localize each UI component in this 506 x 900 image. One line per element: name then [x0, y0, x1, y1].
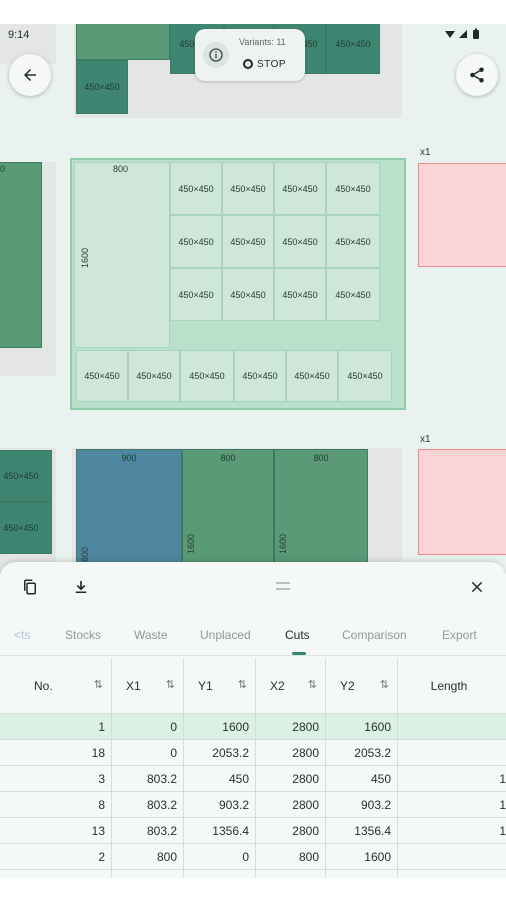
- part-block: 450×450: [170, 162, 222, 215]
- column-header-x2[interactable]: X2 ⇅: [256, 658, 326, 713]
- dimension-label: 1600: [186, 533, 196, 554]
- cuts-table: No. ⇅ X1 ⇅ Y1 ⇅ X2 ⇅ Y2 ⇅ Length 1 0 160…: [0, 658, 506, 878]
- sort-icon: ⇅: [165, 679, 175, 691]
- bottom-sheet: <ts Stocks Waste Unplaced Cuts Compariso…: [0, 562, 506, 878]
- drag-handle[interactable]: [276, 582, 290, 590]
- part-block: 450×450: [338, 350, 392, 402]
- column-header-y2[interactable]: Y2 ⇅: [326, 658, 398, 713]
- dimension-label: 1600: [278, 533, 288, 554]
- status-time: 9:14: [8, 29, 30, 41]
- quantity-label: x1: [420, 147, 431, 158]
- tab-export[interactable]: Export: [442, 628, 477, 642]
- table-row[interactable]: 8 803.2 903.2 2800 903.2 1: [0, 792, 506, 818]
- part-block: [0, 162, 42, 348]
- close-icon: [471, 581, 483, 593]
- app-screen: { "status": { "time": "9:14", "icons": "…: [0, 0, 506, 900]
- part-block: 450×450: [170, 215, 222, 268]
- tab-cuts[interactable]: Cuts: [285, 628, 310, 642]
- part-block: 450×450: [274, 162, 326, 215]
- dimension-label: 0: [0, 164, 6, 174]
- part-block: 450×450: [222, 268, 274, 321]
- part-block: 450×450: [128, 350, 180, 402]
- table-row[interactable]: 1 0 1600 2800 1600: [0, 714, 506, 740]
- download-icon: [75, 581, 87, 593]
- part-block: 450×450: [170, 268, 222, 321]
- part-block: 450×450: [180, 350, 234, 402]
- share-button[interactable]: [456, 54, 498, 96]
- part-block: 450×450: [0, 450, 52, 502]
- part-block: 450×450: [222, 162, 274, 215]
- share-icon: [470, 67, 484, 83]
- table-row[interactable]: 14 1253.2 906.4 1253.2 1356.4: [0, 870, 506, 878]
- tab-unplaced[interactable]: Unplaced: [200, 628, 251, 642]
- variants-count: Variants: 11: [239, 37, 286, 47]
- sort-icon: ⇅: [379, 679, 389, 691]
- part-block: 450×450: [326, 24, 380, 74]
- tab-stocks[interactable]: Stocks: [65, 628, 101, 642]
- column-header-no[interactable]: No. ⇅: [0, 658, 112, 713]
- status-icons: [444, 28, 484, 43]
- back-button[interactable]: [9, 54, 51, 96]
- part-block: 450×450: [222, 215, 274, 268]
- sort-icon: ⇅: [307, 679, 317, 691]
- dimension-label: 1600: [80, 247, 90, 268]
- quantity-label: x1: [420, 434, 431, 445]
- unplaced-part[interactable]: 1: [418, 163, 506, 267]
- dimension-label: 800: [113, 164, 129, 174]
- stop-button[interactable]: STOP: [243, 55, 286, 73]
- part-block: [76, 24, 170, 60]
- part-block: 450×450: [326, 215, 380, 268]
- part-block: 450×450: [76, 350, 128, 402]
- download-button[interactable]: [68, 574, 94, 600]
- tab-comparison[interactable]: Comparison: [342, 628, 407, 642]
- arrow-back-icon: [24, 69, 36, 81]
- table-row[interactable]: 13 803.2 1356.4 2800 1356.4 1: [0, 818, 506, 844]
- sort-icon: ⇅: [237, 679, 247, 691]
- table-row[interactable]: 2 800 0 800 1600: [0, 844, 506, 870]
- part-block: 450×450: [286, 350, 338, 402]
- tab-prev[interactable]: <ts: [14, 628, 30, 642]
- stop-label: STOP: [257, 58, 287, 70]
- stop-icon: [243, 59, 253, 69]
- copy-icon: [24, 579, 36, 595]
- close-button[interactable]: [464, 574, 490, 600]
- part-block: 450×450: [326, 162, 380, 215]
- copy-button[interactable]: [17, 574, 43, 600]
- sheet-toolbar: [0, 562, 506, 612]
- tab-waste[interactable]: Waste: [134, 628, 168, 642]
- part-block: 450×450: [234, 350, 286, 402]
- table-row[interactable]: 3 803.2 450 2800 450 1: [0, 766, 506, 792]
- info-icon: [209, 48, 223, 62]
- part-block: 450×450: [326, 268, 380, 321]
- table-row[interactable]: 18 0 2053.2 2800 2053.2: [0, 740, 506, 766]
- wifi-signal-battery-icon: [445, 28, 479, 39]
- active-tab-indicator: [292, 652, 306, 655]
- part-block: 450×450: [274, 268, 326, 321]
- unplaced-part[interactable]: 1: [418, 449, 506, 555]
- part-block: 450×450: [274, 215, 326, 268]
- info-button[interactable]: [203, 42, 229, 68]
- system-nav-bar: [0, 878, 506, 900]
- column-header-x1[interactable]: X1 ⇅: [112, 658, 184, 713]
- dimension-label: 800: [80, 546, 90, 562]
- table-header: No. ⇅ X1 ⇅ Y1 ⇅ X2 ⇅ Y2 ⇅ Length: [0, 658, 506, 714]
- part-block: 450×450: [0, 502, 52, 554]
- sort-icon: ⇅: [93, 679, 103, 691]
- column-header-length[interactable]: Length: [398, 658, 506, 713]
- variants-panel: Variants: 11 STOP: [195, 29, 305, 81]
- part-block: 450×450: [76, 60, 128, 114]
- tab-bar: <ts Stocks Waste Unplaced Cuts Compariso…: [0, 616, 506, 656]
- column-header-y1[interactable]: Y1 ⇅: [184, 658, 256, 713]
